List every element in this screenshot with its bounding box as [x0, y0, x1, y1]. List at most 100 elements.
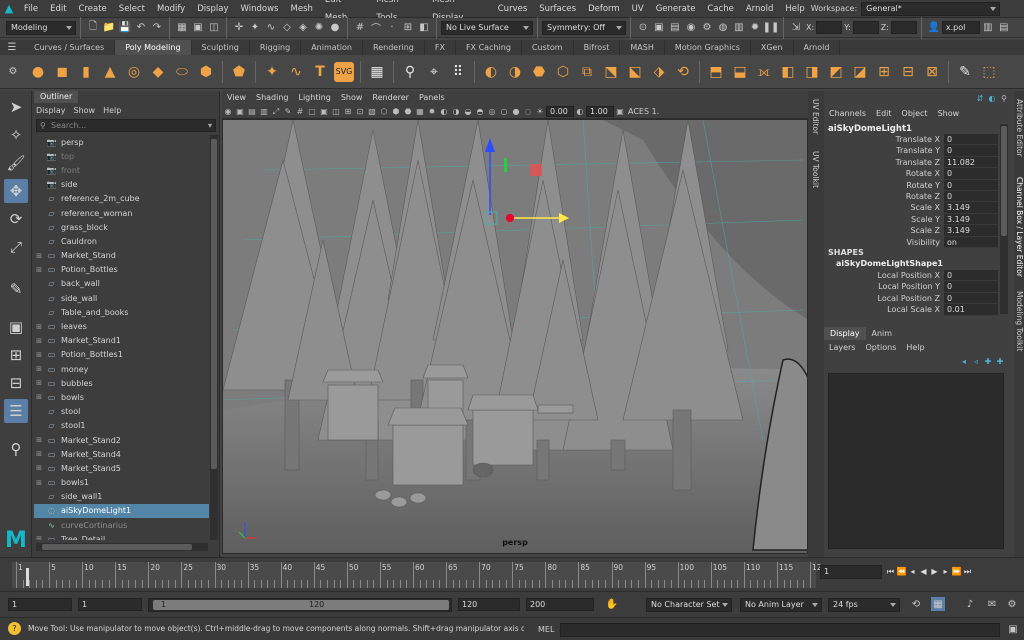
- toggle-channel-box-icon[interactable]: ▤: [997, 21, 1011, 35]
- channel-menu-channels[interactable]: Channels: [824, 107, 871, 120]
- channel-attribute-value[interactable]: 0: [944, 145, 998, 157]
- expand-icon[interactable]: ⊞: [34, 464, 44, 472]
- bookmarks-icon[interactable]: ▤: [247, 107, 257, 117]
- shelf-tab-sculpting[interactable]: Sculpting: [192, 40, 250, 55]
- character-set-dropdown[interactable]: No Character Set: [646, 598, 732, 612]
- perspective-viewport[interactable]: persp: [222, 119, 808, 554]
- merge-icon[interactable]: ◨: [802, 62, 822, 82]
- channel-attribute-value[interactable]: 0: [944, 191, 998, 203]
- menu-edit[interactable]: Edit: [44, 0, 72, 18]
- channel-attribute-row[interactable]: Local Position Z 0: [824, 292, 998, 305]
- channel-attribute-value[interactable]: 0: [944, 270, 998, 282]
- quad-draw-icon[interactable]: ✎: [955, 62, 975, 82]
- menu-file[interactable]: File: [18, 0, 44, 18]
- select-by-surface-icon[interactable]: ◇: [280, 21, 294, 35]
- menu-set-dropdown[interactable]: Modeling: [6, 20, 76, 35]
- uv-toolkit-tab[interactable]: UV Toolkit: [811, 151, 820, 188]
- menu-curves[interactable]: Curves: [492, 0, 534, 18]
- current-frame-field[interactable]: 1: [820, 565, 882, 579]
- soft-select-icon[interactable]: ⚲: [400, 62, 420, 82]
- exposure-field[interactable]: 0.00: [546, 106, 574, 117]
- outliner-item[interactable]: ▱ side_wall: [34, 291, 209, 305]
- xray-components-icon[interactable]: ◌: [523, 107, 533, 117]
- channel-menu-object[interactable]: Object: [897, 107, 933, 120]
- fill-hole-icon[interactable]: ⬕: [625, 62, 645, 82]
- layer-tab-anim[interactable]: Anim: [866, 327, 899, 340]
- menu-generate[interactable]: Generate: [650, 0, 702, 18]
- range-slider[interactable]: 1 120: [148, 598, 452, 612]
- search-tool-icon[interactable]: ⚲: [4, 437, 28, 461]
- outliner-item[interactable]: ▱ Cauldron: [34, 234, 209, 248]
- shelf-tab-motion-graphics[interactable]: Motion Graphics: [665, 40, 751, 55]
- smooth-icon[interactable]: ⬣: [529, 62, 549, 82]
- snap-curve-icon[interactable]: ⌒: [369, 21, 383, 35]
- camera-attributes-icon[interactable]: ▣: [235, 107, 245, 117]
- channel-attribute-value[interactable]: 0: [944, 179, 998, 191]
- grease-pencil-icon[interactable]: ✎: [283, 107, 293, 117]
- y-field[interactable]: [852, 21, 879, 34]
- gate-mask-icon[interactable]: ◫: [331, 107, 341, 117]
- outliner-item[interactable]: ⊞ ▭ bowls1: [34, 476, 209, 490]
- extract-icon[interactable]: ⬔: [601, 62, 621, 82]
- extrude-icon[interactable]: ⬒: [706, 62, 726, 82]
- play-backwards-icon[interactable]: ◀: [918, 566, 929, 577]
- channel-attribute-value[interactable]: 3.149: [944, 225, 998, 237]
- channel-attribute-row[interactable]: Scale Z 3.149: [824, 225, 998, 237]
- film-gate-icon[interactable]: ▢: [307, 107, 317, 117]
- expand-icon[interactable]: ⊞: [34, 252, 44, 260]
- channel-attribute-row[interactable]: Translate Y 0: [824, 145, 998, 157]
- select-tool-icon[interactable]: ➤: [4, 95, 28, 119]
- new-scene-icon[interactable]: 🗋: [86, 21, 100, 35]
- search-dropdown-icon[interactable]: ▾: [208, 120, 212, 131]
- transform-mode-icon[interactable]: ⇲: [789, 21, 803, 35]
- modeling-toolkit-tab[interactable]: Modeling Toolkit: [1015, 291, 1024, 351]
- select-by-deform-icon[interactable]: ◈: [296, 21, 310, 35]
- render-frame-icon[interactable]: ▣: [652, 21, 666, 35]
- reduce-icon[interactable]: ⬗: [649, 62, 669, 82]
- show-hide-sidebar-icon[interactable]: ▥: [981, 21, 995, 35]
- snap-grid-icon[interactable]: #: [353, 21, 367, 35]
- script-editor-icon[interactable]: ▣: [1006, 623, 1020, 637]
- poly-cylinder-icon[interactable]: ▮: [76, 62, 96, 82]
- viewport-menu-renderer[interactable]: Renderer: [367, 91, 414, 105]
- menu-select[interactable]: Select: [113, 0, 151, 18]
- poly-disc-icon[interactable]: ⬭: [172, 62, 192, 82]
- history-icon[interactable]: ⊙: [636, 21, 650, 35]
- snap-view-icon[interactable]: ⊞: [401, 21, 415, 35]
- channel-attribute-row[interactable]: Local Scale X 0.01: [824, 304, 998, 316]
- wireframe-on-shaded-icon[interactable]: ⬣: [403, 107, 413, 117]
- channel-attribute-value[interactable]: 3.149: [944, 202, 998, 214]
- channel-attribute-row[interactable]: Translate Z 11.082: [824, 156, 998, 169]
- move-layer-down-icon[interactable]: ◃: [971, 356, 981, 366]
- save-scene-icon[interactable]: 💾: [118, 21, 132, 35]
- animation-start-field[interactable]: 1: [8, 598, 72, 611]
- shelf-options-icon[interactable]: ⚙: [1, 65, 25, 79]
- channel-box-tab[interactable]: Channel Box / Layer Editor: [1015, 177, 1024, 277]
- channel-box-scrollbar[interactable]: [1000, 124, 1008, 314]
- channel-settings-icon[interactable]: ◐: [987, 93, 997, 103]
- 2d-pan-zoom-icon[interactable]: ⤢: [271, 107, 281, 117]
- channel-attribute-row[interactable]: Scale Y 3.149: [824, 213, 998, 226]
- expand-icon[interactable]: ⊞: [34, 436, 44, 444]
- anti-aliasing-icon[interactable]: ◓: [475, 107, 485, 117]
- layer-tab-display[interactable]: Display: [824, 327, 866, 340]
- live-surface-dropdown[interactable]: No Live Surface: [441, 20, 533, 35]
- shelf-tab-fx[interactable]: FX: [425, 40, 456, 55]
- poly-plane-icon[interactable]: ◆: [148, 62, 168, 82]
- channel-lock-icon[interactable]: ⚲: [999, 93, 1009, 103]
- channel-attribute-row[interactable]: Rotate Z 0: [824, 191, 998, 203]
- channel-attribute-value[interactable]: 0: [944, 134, 998, 146]
- channel-attribute-row[interactable]: Local Position X 0: [824, 270, 998, 282]
- viewport-menu-lighting[interactable]: Lighting: [293, 91, 335, 105]
- channel-attribute-value[interactable]: 0: [944, 281, 998, 293]
- select-component-icon[interactable]: ◫: [207, 21, 221, 35]
- channel-attribute-row[interactable]: Translate X 0: [824, 134, 998, 146]
- sign-in-icon[interactable]: 👤: [927, 21, 941, 35]
- poly-torus-icon[interactable]: ◎: [124, 62, 144, 82]
- two-view-layout-icon[interactable]: ⊟: [4, 371, 28, 395]
- outliner-tab[interactable]: Outliner: [34, 91, 79, 103]
- use-lights-icon[interactable]: ✹: [427, 107, 437, 117]
- outliner-hscrollbar[interactable]: [36, 543, 208, 551]
- outliner-item[interactable]: 📷 persp: [34, 135, 209, 149]
- auto-key-icon[interactable]: ▦: [931, 597, 945, 611]
